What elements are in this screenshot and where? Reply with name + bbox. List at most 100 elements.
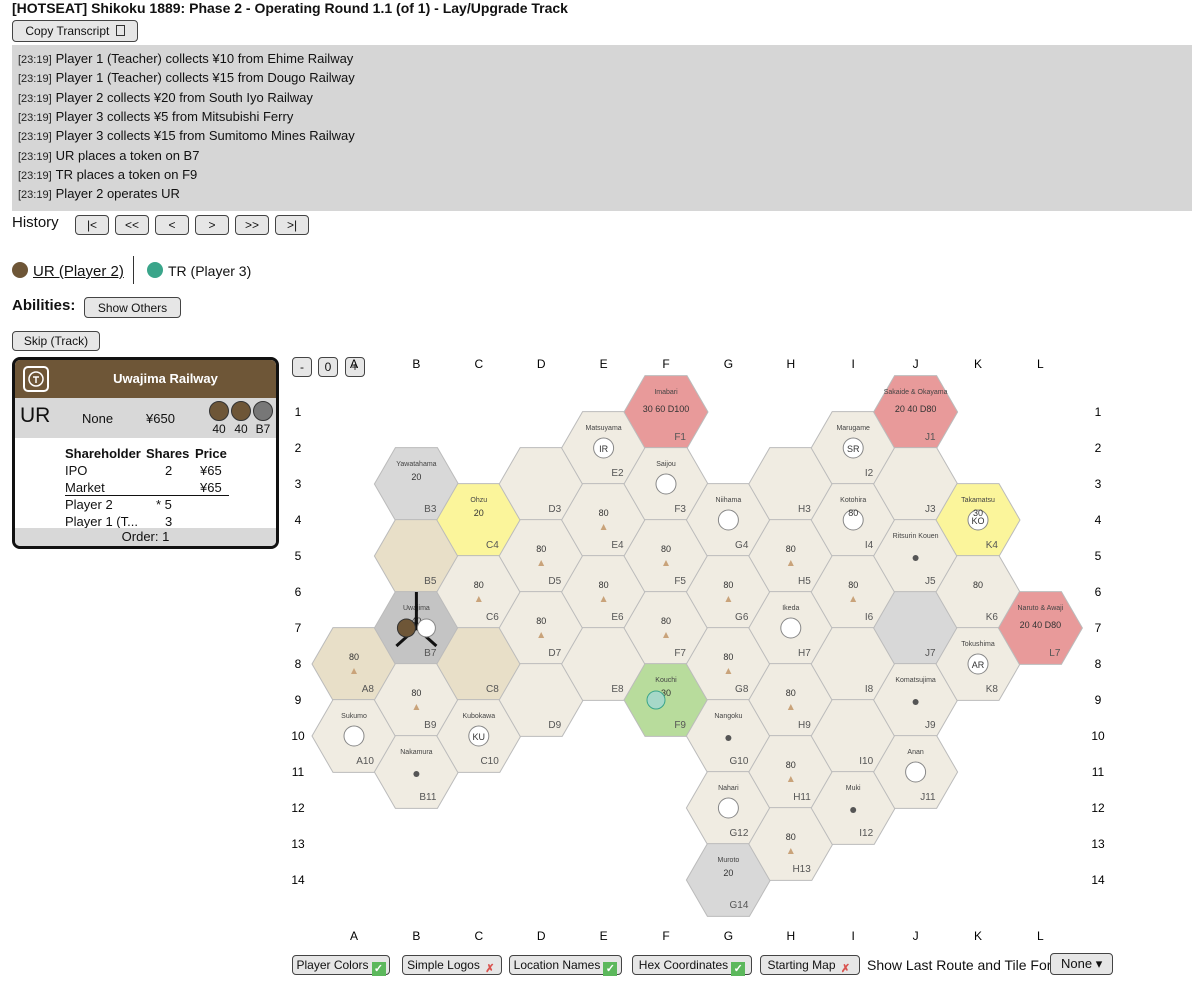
starting-map-toggle[interactable]: Starting Map ✗ bbox=[760, 955, 860, 975]
revenue-label: 80 bbox=[536, 544, 546, 554]
hex-coordinate: I4 bbox=[865, 540, 874, 551]
town-dot bbox=[912, 699, 919, 705]
hex-coordinate: B5 bbox=[424, 576, 437, 587]
row-label: 11 bbox=[1092, 765, 1105, 779]
simple-logos-toggle[interactable]: Simple Logos ✗ bbox=[402, 955, 502, 975]
hex-coordinate: K6 bbox=[986, 612, 999, 623]
hex-coordinate: A8 bbox=[362, 684, 375, 695]
log-entry: [23:19] Player 2 collects ¥20 from South … bbox=[18, 88, 313, 107]
row-label: 10 bbox=[291, 729, 305, 743]
route-player-select[interactable]: None ▾ bbox=[1050, 953, 1113, 975]
location-name: Marugame bbox=[836, 425, 870, 432]
location-name: Muki bbox=[846, 785, 861, 792]
hex-coordinates-toggle[interactable]: Hex Coordinates ✓ bbox=[632, 955, 752, 976]
log-message: Player 3 collects ¥15 from Sumitomo Mine… bbox=[55, 128, 355, 144]
column-label: L bbox=[1037, 357, 1044, 371]
row-label: 13 bbox=[1091, 837, 1105, 851]
log-entry: [23:19] Player 3 collects ¥15 from Sumito… bbox=[18, 126, 355, 145]
hex-coordinate: H7 bbox=[798, 648, 811, 659]
log-entry: [23:19] UR places a token on B7 bbox=[18, 146, 199, 165]
game-map[interactable]: AABBCCDDEEFFGGHHIIJJKKLL1 12 23 34 45 56 67 78 8… bbox=[280, 340, 1120, 952]
log-timestamp: [23:19] bbox=[18, 131, 52, 144]
shareholder-shares: 3 bbox=[165, 514, 173, 529]
history-back-round-button[interactable]: << bbox=[115, 215, 149, 235]
abilities-label: Abilities: bbox=[12, 297, 76, 314]
town-dot bbox=[850, 807, 857, 813]
revenue-label: 80 bbox=[848, 580, 858, 590]
history-forward-round-button[interactable]: >> bbox=[235, 215, 269, 235]
train-icon bbox=[12, 262, 28, 278]
column-label: H bbox=[786, 357, 795, 371]
table-divider bbox=[65, 495, 229, 496]
history-back-button[interactable]: < bbox=[155, 215, 189, 235]
hex-coordinate: E4 bbox=[611, 540, 624, 551]
city-slot bbox=[343, 725, 365, 747]
row-label: 2 bbox=[1095, 441, 1102, 455]
log-message: UR places a token on B7 bbox=[55, 147, 200, 163]
row-label: 7 bbox=[295, 621, 302, 635]
page-title: [HOTSEAT] Shikoku 1889: Phase 2 - Operat… bbox=[12, 0, 568, 16]
revenue-label: 80 bbox=[661, 616, 671, 626]
city-slot bbox=[655, 473, 677, 495]
history-first-button[interactable]: |< bbox=[75, 215, 109, 235]
market-price: ¥65 bbox=[200, 480, 222, 495]
row-label: 6 bbox=[295, 585, 302, 599]
revenue-label: 80 bbox=[599, 508, 609, 518]
location-name: Nangoku bbox=[714, 713, 742, 720]
revenue-label: 80 bbox=[786, 688, 796, 698]
town-dot bbox=[413, 771, 420, 777]
hex-coordinate: D3 bbox=[548, 504, 561, 515]
tab-divider bbox=[133, 256, 134, 284]
copy-transcript-button[interactable]: Copy Transcript bbox=[12, 20, 138, 42]
log-message: Player 2 operates UR bbox=[55, 186, 180, 202]
player-colors-toggle[interactable]: Player Colors ✓ bbox=[292, 955, 390, 976]
log-entry: [23:19] Player 1 (Teacher) collects ¥15 f… bbox=[18, 68, 355, 87]
revenue-label: 80 bbox=[848, 508, 858, 518]
tab-tr-player-3[interactable]: TR (Player 3) bbox=[147, 262, 251, 279]
cross-icon: ✗ bbox=[840, 963, 851, 975]
hex-coordinate: H11 bbox=[793, 792, 811, 803]
location-names-toggle[interactable]: Location Names ✓ bbox=[509, 955, 622, 976]
history-forward-button[interactable]: > bbox=[195, 215, 229, 235]
game-log[interactable]: [23:19] Player 1 (Teacher) collects ¥10 f… bbox=[12, 45, 1192, 211]
location-name: Imabari bbox=[654, 389, 678, 396]
tab-ur-player-2[interactable]: UR (Player 2) bbox=[12, 262, 124, 280]
hex-coordinate: J7 bbox=[925, 648, 936, 659]
hex-coordinate: J1 bbox=[925, 432, 936, 443]
column-label: A bbox=[350, 357, 358, 371]
shares-header: Price bbox=[195, 446, 227, 461]
toggle-label: Location Names bbox=[513, 958, 601, 972]
ipo-shares: 2 bbox=[165, 463, 173, 478]
tab-label: UR (Player 2) bbox=[33, 263, 124, 280]
town-dot bbox=[912, 555, 919, 561]
city-slot bbox=[905, 761, 927, 783]
corporation-card[interactable]: Uwajima Railway UR None ¥650 40 40 B7 Sh… bbox=[12, 357, 279, 549]
location-name: Kouchi bbox=[655, 677, 677, 684]
column-label: J bbox=[913, 929, 919, 943]
home-code: KU bbox=[473, 732, 486, 742]
column-label: B bbox=[412, 357, 420, 371]
row-label: 10 bbox=[1091, 729, 1105, 743]
hex-coordinate: K8 bbox=[986, 684, 999, 695]
toggle-label: Starting Map bbox=[767, 958, 836, 972]
location-name: Nakamura bbox=[400, 749, 432, 756]
hex-coordinate: J3 bbox=[925, 504, 936, 515]
revenue-label: 80 bbox=[973, 580, 983, 590]
skip-track-button[interactable]: Skip (Track) bbox=[12, 331, 100, 351]
show-others-button[interactable]: Show Others bbox=[84, 297, 181, 318]
checkmark-icon: ✓ bbox=[731, 962, 746, 976]
log-timestamp: [23:19] bbox=[18, 169, 52, 182]
hex-coordinate: I2 bbox=[865, 468, 874, 479]
hex-coordinate: H3 bbox=[798, 504, 811, 515]
history-last-button[interactable]: >| bbox=[275, 215, 309, 235]
hex-coordinate: J5 bbox=[925, 576, 936, 587]
revenue-label: 80 bbox=[411, 688, 421, 698]
hex-coordinate: B11 bbox=[419, 792, 436, 803]
checkmark-icon: ✓ bbox=[371, 962, 386, 976]
offboard-revenue: 20 40 D80 bbox=[895, 404, 937, 414]
hex-coordinate: H5 bbox=[798, 576, 811, 587]
location-name: Komatsujima bbox=[895, 677, 936, 684]
row-label: 1 bbox=[295, 405, 302, 419]
row-label: 13 bbox=[291, 837, 305, 851]
hex-coordinate: A10 bbox=[356, 756, 374, 767]
